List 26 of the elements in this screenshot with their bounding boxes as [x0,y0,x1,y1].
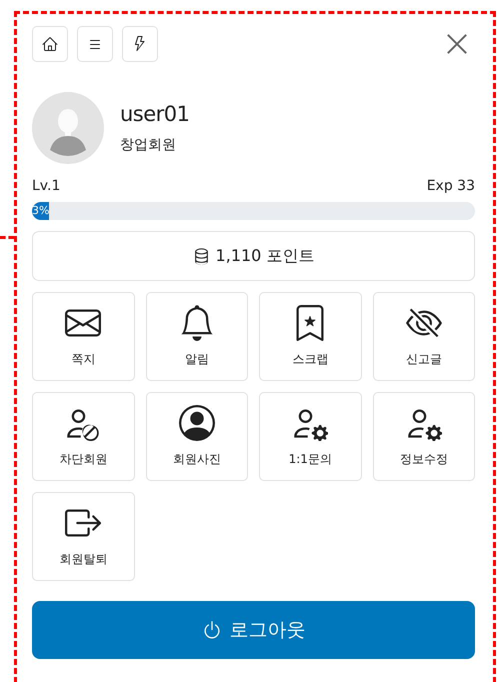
points-button[interactable]: 1,110 포인트 [32,231,475,281]
exp-progress-fill: 3% [32,202,50,220]
bell-icon [178,305,215,341]
member-rank: 창업회원 [120,136,177,154]
menu-tile[interactable]: 신고글 [372,292,475,381]
menu-tile[interactable]: 1:1문의 [259,392,362,481]
level-label: Lv.1 [32,178,60,194]
menu-tile[interactable]: 정보수정 [372,392,475,481]
menu-tile[interactable]: 회원탈퇴 [32,492,134,581]
close-button[interactable] [445,32,469,56]
exp-label: Exp 33 [426,178,475,194]
menu-tile[interactable]: 스크랩 [259,292,362,381]
user-name: user01 [120,102,190,126]
database-icon [192,248,210,264]
power-icon [202,620,222,640]
menu-button[interactable] [77,26,113,62]
logout-button[interactable]: 로그아웃 [32,601,475,659]
home-icon [42,36,58,52]
close-icon [446,33,468,55]
menu-tile[interactable]: 회원사진 [146,392,248,481]
home-button[interactable] [32,26,68,62]
lightning-button[interactable] [122,26,158,62]
menu-tile[interactable]: 알림 [146,292,248,381]
menu-tile[interactable]: 차단회원 [32,392,134,481]
outline-connector [0,236,14,239]
menu-tile[interactable]: 쪽지 [32,292,134,381]
